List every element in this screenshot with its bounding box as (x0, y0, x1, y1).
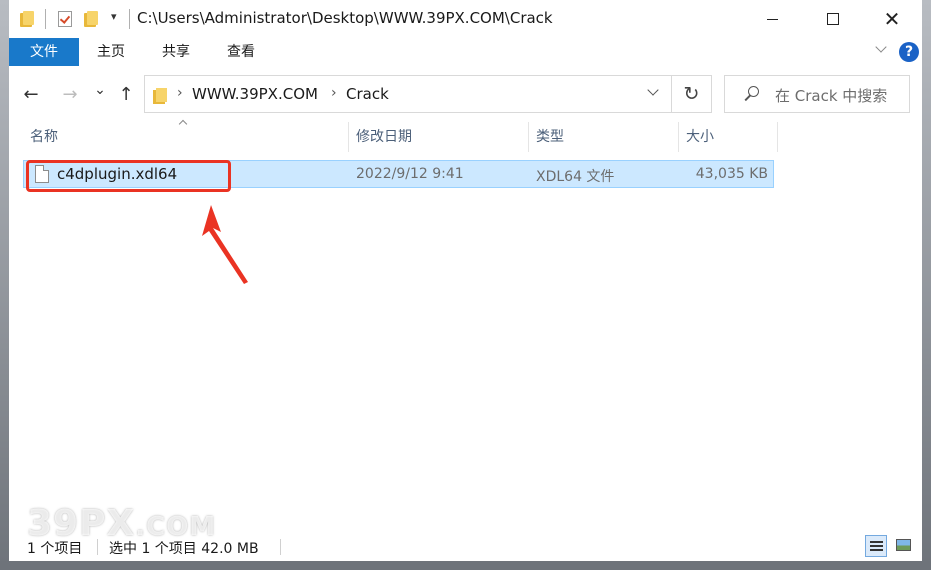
desktop-background-left (0, 0, 9, 570)
column-header-modified[interactable]: 修改日期 (356, 122, 412, 152)
column-header-type[interactable]: 类型 (536, 122, 564, 152)
properties-checkmark-icon[interactable] (58, 11, 72, 27)
annotation-arrow-head (202, 205, 248, 284)
divider (280, 539, 281, 555)
annotation-highlight-box (26, 160, 231, 192)
details-view-icon[interactable] (865, 535, 887, 557)
address-bar[interactable]: › WWW.39PX.COM › Crack (144, 75, 672, 113)
up-button[interactable]: ↑ (114, 80, 138, 108)
ribbon: 文件 主页 共享 查看 ? (9, 38, 922, 67)
explorer-window: ▾ C:\Users\Administrator\Desktop\WWW.39P… (9, 0, 922, 561)
breadcrumb-separator[interactable]: › (177, 85, 183, 101)
tab-share[interactable]: 共享 (151, 38, 201, 66)
column-divider[interactable] (348, 122, 349, 152)
search-placeholder: 在 Crack 中搜索 (775, 87, 888, 105)
search-icon (743, 86, 759, 102)
desktop-background-bottom (0, 561, 931, 570)
file-modified: 2022/9/12 9:41 (356, 166, 464, 182)
file-type: XDL64 文件 (536, 169, 615, 185)
column-divider[interactable] (678, 122, 679, 152)
divider (129, 9, 130, 29)
divider (45, 9, 46, 29)
column-header-size[interactable]: 大小 (686, 122, 714, 152)
forward-button[interactable]: → (58, 80, 82, 108)
quick-access-dropdown-icon[interactable]: ▾ (111, 10, 117, 23)
title-bar: ▾ C:\Users\Administrator\Desktop\WWW.39P… (9, 0, 922, 38)
breadcrumb-item-39px[interactable]: WWW.39PX.COM (192, 85, 318, 103)
recent-locations-chevron-icon[interactable]: ⌄ (88, 76, 112, 104)
expand-ribbon-chevron-icon[interactable] (877, 43, 887, 53)
folder-icon[interactable] (20, 11, 34, 27)
help-icon[interactable]: ? (899, 42, 919, 62)
column-header-name[interactable]: 名称 (30, 122, 58, 152)
tab-file[interactable]: 文件 (9, 38, 79, 66)
watermark-suffix: .COM (135, 512, 217, 542)
folder-icon (153, 88, 167, 104)
tab-home[interactable]: 主页 (86, 38, 136, 66)
column-divider[interactable] (777, 122, 778, 152)
close-button[interactable]: ✕ (869, 0, 915, 38)
navigation-bar: ← → ⌄ ↑ › WWW.39PX.COM › Crack ↻ 在 Crack… (9, 66, 922, 122)
search-input[interactable]: 在 Crack 中搜索 (724, 75, 910, 113)
window-title: C:\Users\Administrator\Desktop\WWW.39PX.… (137, 9, 553, 27)
file-size: 43,035 KB (695, 166, 768, 182)
minimize-button[interactable] (749, 0, 795, 38)
large-icons-view-icon[interactable] (893, 535, 915, 557)
maximize-button[interactable] (810, 0, 856, 38)
desktop-background-right (922, 0, 931, 570)
watermark-main: 39PX (27, 503, 136, 544)
back-button[interactable]: ← (19, 80, 43, 108)
refresh-button[interactable]: ↻ (672, 75, 712, 113)
new-folder-icon[interactable] (84, 11, 98, 27)
sort-ascending-icon (178, 118, 188, 126)
address-history-chevron-icon[interactable] (648, 86, 658, 96)
tab-view[interactable]: 查看 (216, 38, 266, 66)
breadcrumb-separator[interactable]: › (331, 85, 337, 101)
column-divider[interactable] (528, 122, 529, 152)
watermark: 39PX.COM (27, 503, 216, 544)
breadcrumb-item-crack[interactable]: Crack (346, 85, 389, 103)
